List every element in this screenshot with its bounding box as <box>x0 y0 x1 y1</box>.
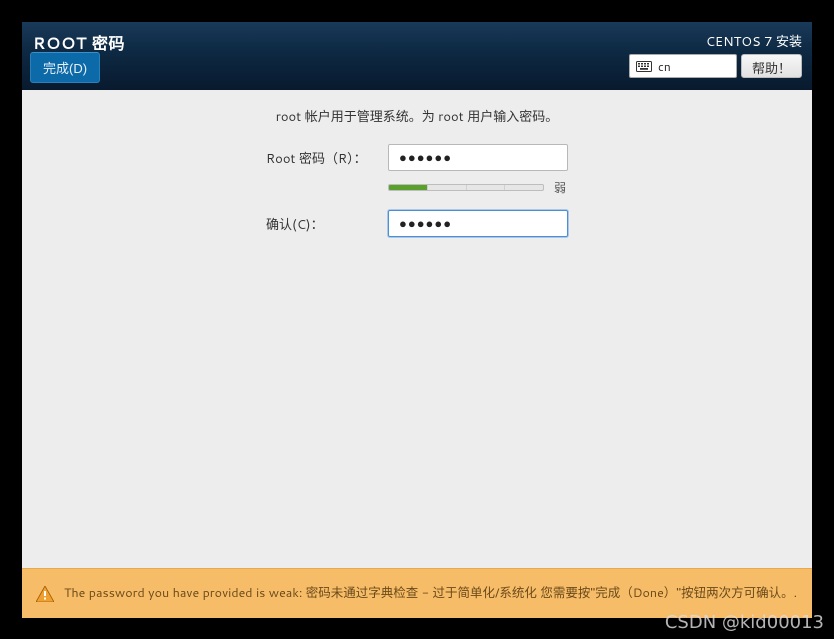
help-button[interactable]: 帮助！ <box>741 54 802 78</box>
warning-message: The password you have provided is weak: … <box>64 585 797 602</box>
keyboard-layout-label: cn <box>658 58 671 75</box>
form-description: root 帐户用于管理系统。为 root 用户输入密码。 <box>137 106 697 126</box>
password-strength-label: 弱 <box>554 179 568 196</box>
confirm-password-input[interactable] <box>388 210 568 237</box>
watermark: CSDN @kid00013 <box>665 612 824 633</box>
page-title: ROOT 密码 <box>32 30 802 55</box>
warning-bar: The password you have provided is weak: … <box>22 568 812 618</box>
root-password-input[interactable] <box>388 144 568 171</box>
root-password-label: Root 密码（R）： <box>266 148 378 168</box>
confirm-password-label: 确认(C)： <box>266 214 378 234</box>
done-button[interactable]: 完成(D) <box>30 52 100 83</box>
keyboard-icon <box>636 61 652 72</box>
installer-header: ROOT 密码 完成(D) CENTOS 7 安装 cn 帮助！ <box>22 22 812 90</box>
warning-icon <box>36 586 54 602</box>
keyboard-layout-switcher[interactable]: cn <box>629 54 737 78</box>
content-area: root 帐户用于管理系统。为 root 用户输入密码。 Root 密码（R）：… <box>22 90 812 568</box>
installer-branding: CENTOS 7 安装 <box>706 31 802 51</box>
password-strength-meter <box>388 184 544 191</box>
